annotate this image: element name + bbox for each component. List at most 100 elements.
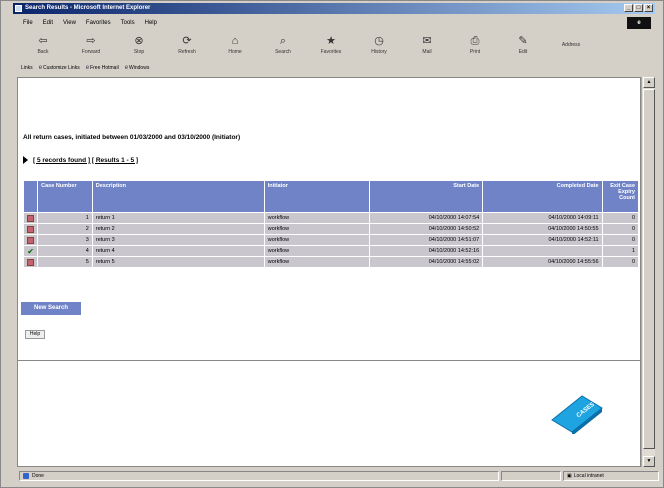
col-expiry-count[interactable]: Exit Case Expiry Count	[601, 180, 640, 213]
col-initiator[interactable]: Initiator	[263, 180, 370, 213]
scroll-down-icon[interactable]: ▼	[643, 456, 655, 467]
toolbar: ⇦ Back ⇨ Forward ⊗ Stop ⟳ Refresh ⌂ Home ⌕ Search ★ F…	[19, 32, 659, 62]
back-arrow-icon: ⇦	[38, 35, 48, 47]
table-header-row: Case Number Description Initiator Start …	[22, 180, 640, 213]
cases-logo: CASES	[551, 395, 603, 434]
status-cell	[22, 256, 39, 268]
toolbar-label: Edit	[518, 49, 528, 55]
cell-initiator: workflow	[263, 245, 370, 257]
link-windows[interactable]: e Windows	[125, 64, 150, 73]
status-main: Done	[19, 471, 499, 481]
refresh-icon: ⟳	[182, 35, 192, 47]
window-controls: _ □ ×	[624, 4, 653, 12]
col-start-date[interactable]: Start Date	[368, 180, 484, 213]
col-description[interactable]: Description	[91, 180, 265, 213]
toolbar-search-button[interactable]: ⌕ Search	[259, 32, 307, 62]
cell-initiator: workflow	[263, 223, 370, 235]
cell-description[interactable]: return 2	[91, 223, 265, 235]
new-search-button[interactable]: New Search	[21, 302, 81, 315]
col-case-number[interactable]: Case Number	[37, 180, 93, 213]
ie-app-icon	[15, 5, 22, 12]
toolbar-label: Mail	[422, 49, 432, 55]
scroll-up-icon[interactable]: ▲	[643, 77, 655, 88]
cell-description[interactable]: return 5	[91, 256, 265, 268]
toolbar-print-button[interactable]: ⎙ Print	[451, 32, 499, 62]
cell-description[interactable]: return 3	[91, 234, 265, 246]
menu-edit[interactable]: Edit	[43, 18, 53, 28]
status-cell	[22, 234, 39, 246]
cell-initiator: workflow	[263, 256, 370, 268]
menu-favorites[interactable]: Favorites	[86, 18, 111, 28]
toolbar-label: Back	[37, 49, 49, 55]
cell-number: 1	[37, 212, 93, 224]
browser-window: Search Results - Microsoft Internet Expl…	[0, 0, 664, 488]
link-customize[interactable]: e Customize Links	[39, 64, 80, 73]
cell-description[interactable]: return 1	[91, 212, 265, 224]
results-table: Case Number Description Initiator Start …	[22, 180, 640, 268]
toolbar-forward-button[interactable]: ⇨ Forward	[67, 32, 115, 62]
status-text: Done	[32, 473, 44, 479]
intranet-zone-icon: ▣	[567, 473, 572, 479]
cell-number: 5	[37, 256, 93, 268]
toolbar-label: Forward	[81, 49, 101, 55]
toolbar-home-button[interactable]: ⌂ Home	[211, 32, 259, 62]
cell-completed: 04/10/2000 14:55:56	[482, 256, 603, 268]
menu-file[interactable]: File	[23, 18, 33, 28]
table-row[interactable]: ✔ 4 return 4 workflow 04/10/2000 14:52:16 1	[22, 245, 640, 257]
status-cell	[22, 212, 39, 224]
col-completed-date[interactable]: Completed Date	[482, 180, 603, 213]
menu-view[interactable]: View	[63, 18, 76, 28]
stop-icon: ⊗	[134, 35, 144, 47]
ie-page-icon: e	[124, 65, 129, 71]
close-button[interactable]: ×	[644, 4, 653, 12]
status-zone: ▣ Local intranet	[563, 471, 659, 481]
table-row[interactable]: 5 return 5 workflow 04/10/2000 14:55:02 04/1…	[22, 256, 640, 268]
minimize-button[interactable]: _	[624, 4, 633, 12]
table-row[interactable]: 1 return 1 workflow 04/10/2000 14:07:54 04/1…	[22, 212, 640, 224]
menu-tools[interactable]: Tools	[121, 18, 135, 28]
status-red-icon	[27, 214, 35, 222]
check-icon: ✔	[27, 246, 34, 256]
toolbar-label: Favorites	[320, 49, 342, 55]
cell-count: 0	[601, 223, 640, 235]
title-bar: Search Results - Microsoft Internet Expl…	[13, 3, 655, 14]
cell-count: 1	[601, 245, 640, 257]
page-content: All return cases, initiated between 01/0…	[17, 77, 641, 467]
cell-start: 04/10/2000 14:50:52	[368, 223, 484, 235]
status-red-icon	[27, 225, 35, 233]
cell-count: 0	[601, 212, 640, 224]
toolbar-edit-button[interactable]: ✎ Edit	[499, 32, 547, 62]
forward-arrow-icon: ⇨	[86, 35, 96, 47]
toolbar-mail-button[interactable]: ✉ Mail	[403, 32, 451, 62]
ie-page-icon: e	[38, 65, 43, 71]
ie-throbber-logo: e	[627, 17, 651, 29]
table-row[interactable]: 3 return 3 workflow 04/10/2000 14:51:07 04/1…	[22, 234, 640, 246]
toolbar-history-button[interactable]: ◷ History	[355, 32, 403, 62]
toolbar-favorites-button[interactable]: ★ Favorites	[307, 32, 355, 62]
vertical-scrollbar[interactable]: ▲ ▼	[641, 77, 655, 467]
scroll-thumb[interactable]	[643, 89, 655, 449]
table-row[interactable]: 2 return 2 workflow 04/10/2000 14:50:52 04/1…	[22, 223, 640, 235]
toolbar-back-button[interactable]: ⇦ Back	[19, 32, 67, 62]
address-toggle[interactable]: Address	[547, 32, 595, 62]
home-icon: ⌂	[231, 35, 239, 47]
records-found-link[interactable]: [ 5 records found ] [ Results 1 - 5 ]	[33, 157, 138, 164]
toolbar-stop-button[interactable]: ⊗ Stop	[115, 32, 163, 62]
menu-help[interactable]: Help	[145, 18, 157, 28]
toolbar-label: History	[371, 49, 387, 55]
status-red-icon	[27, 236, 35, 244]
cell-description[interactable]: return 4	[91, 245, 265, 257]
ie-page-icon: e	[85, 65, 90, 71]
divider	[18, 360, 640, 361]
cell-start: 04/10/2000 14:55:02	[368, 256, 484, 268]
link-hotmail[interactable]: e Free Hotmail	[86, 64, 119, 73]
edit-icon: ✎	[518, 35, 528, 47]
maximize-button[interactable]: □	[634, 4, 643, 12]
cell-count: 0	[601, 256, 640, 268]
cell-completed: 04/10/2000 14:50:55	[482, 223, 603, 235]
links-bar: Links e Customize Links e Free Hotmail e Wi…	[21, 64, 661, 73]
history-icon: ◷	[374, 35, 384, 47]
toolbar-refresh-button[interactable]: ⟳ Refresh	[163, 32, 211, 62]
mail-icon: ✉	[422, 35, 432, 47]
help-button[interactable]: Help	[25, 330, 45, 339]
